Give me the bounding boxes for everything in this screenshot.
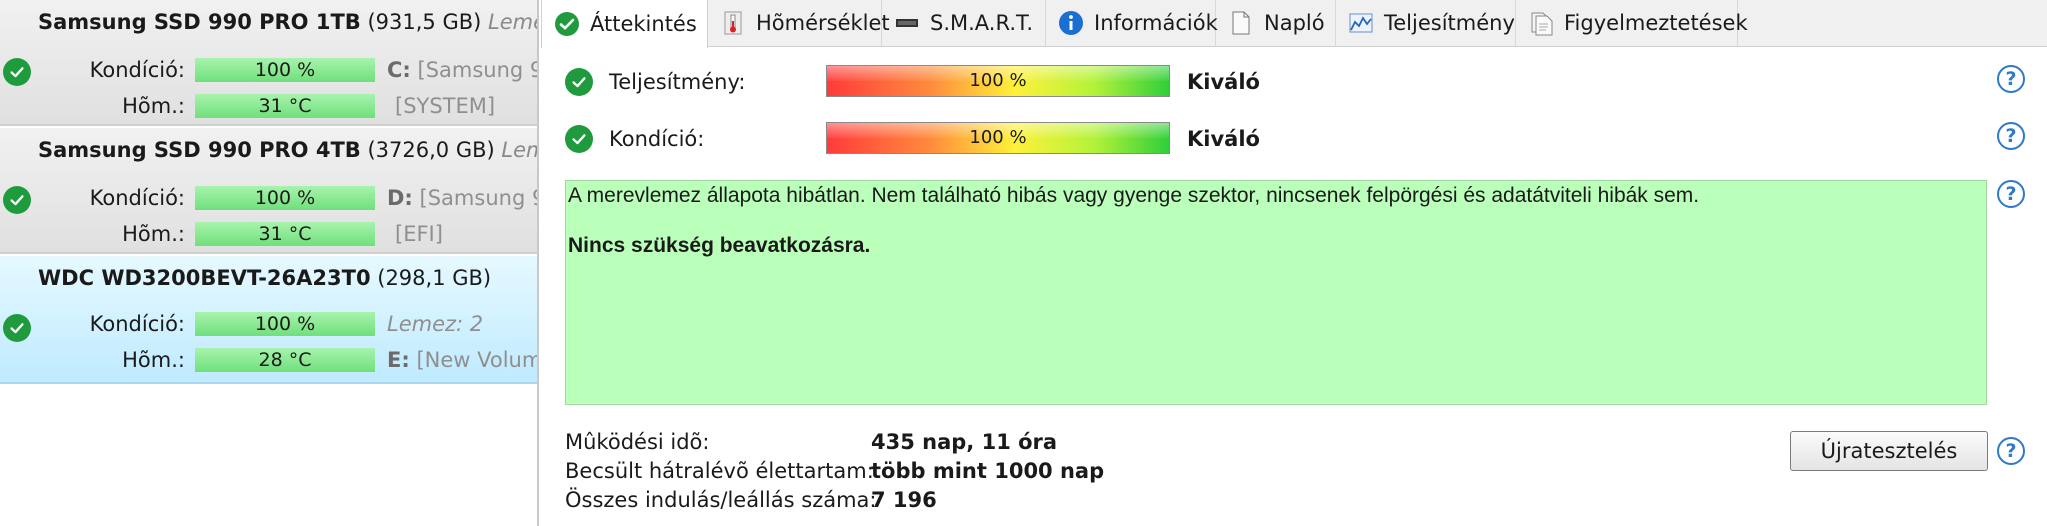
condition-bar: 100 % bbox=[826, 122, 1170, 154]
temperature-label: Hõm.: bbox=[122, 348, 185, 372]
disk-title: Samsung SSD 990 PRO 4TB (3726,0 GB) Leme… bbox=[38, 138, 537, 162]
disk-title: Samsung SSD 990 PRO 1TB (931,5 GB) Lemez… bbox=[38, 10, 537, 34]
check-circle-icon bbox=[565, 68, 593, 96]
panel-divider[interactable] bbox=[537, 0, 539, 526]
tab-smart[interactable]: S.M.A.R.T. bbox=[882, 0, 1046, 46]
condition-bar: 100 % bbox=[195, 312, 375, 336]
tab-label: S.M.A.R.T. bbox=[930, 11, 1034, 35]
volume-name: [New Volume bbox=[416, 348, 537, 372]
disk-name: Samsung SSD 990 PRO 1TB bbox=[38, 10, 361, 34]
check-circle-icon bbox=[565, 125, 593, 153]
condition-label: Kondíció: bbox=[89, 186, 185, 210]
status-message: A merevlemez állapota hibátlan. Nem talá… bbox=[568, 184, 1700, 207]
check-circle-icon bbox=[554, 11, 580, 37]
help-icon[interactable]: ? bbox=[1997, 122, 2025, 150]
disk-size: (298,1 GB) bbox=[377, 266, 492, 290]
disk-item[interactable]: Samsung SSD 990 PRO 4TB (3726,0 GB) Leme… bbox=[0, 128, 537, 254]
status-message-box: A merevlemez állapota hibátlan. Nem talá… bbox=[565, 180, 1987, 405]
condition-label: Kondíció: bbox=[89, 58, 185, 82]
tab-performance[interactable]: Teljesítmény bbox=[1336, 0, 1516, 46]
volume-info: [EFI] bbox=[395, 222, 443, 246]
check-circle-icon bbox=[3, 314, 31, 342]
check-circle-icon bbox=[3, 186, 31, 214]
volume-name: [Samsung 99 bbox=[417, 58, 538, 82]
smart-chip-icon bbox=[894, 10, 920, 36]
temperature-label: Hõm.: bbox=[122, 222, 185, 246]
disk-name: WDC WD3200BEVT-26A23T0 bbox=[38, 266, 371, 290]
tab-label: Figyelmeztetések bbox=[1564, 11, 1748, 35]
retest-button[interactable]: Újratesztelés bbox=[1790, 431, 1988, 471]
disk-item[interactable]: Samsung SSD 990 PRO 1TB (931,5 GB) Lemez… bbox=[0, 0, 537, 126]
tab-label: Hõmérséklet bbox=[756, 11, 890, 35]
volume-name: [Samsung 99 bbox=[419, 186, 537, 210]
disk-title: WDC WD3200BEVT-26A23T0 (298,1 GB) bbox=[38, 266, 491, 290]
performance-bar: 100 % bbox=[826, 65, 1170, 97]
tab-label: Áttekintés bbox=[590, 12, 697, 36]
disk-size: (931,5 GB) bbox=[367, 10, 482, 34]
performance-value: 100 % bbox=[969, 70, 1027, 91]
starts-label: Összes indulás/leállás száma: bbox=[565, 488, 877, 512]
volume-info: E: [New Volume bbox=[387, 348, 537, 372]
condition-rating: Kiváló bbox=[1187, 127, 1260, 151]
document-icon bbox=[1228, 10, 1254, 36]
status-recommendation: Nincs szükség beavatkozásra. bbox=[568, 234, 871, 257]
tab-warnings[interactable]: Figyelmeztetések bbox=[1516, 0, 1748, 46]
lifetime-label: Becsült hátralévõ élettartam: bbox=[565, 459, 874, 483]
tab-log[interactable]: Napló bbox=[1216, 0, 1336, 46]
tab-label: Teljesítmény bbox=[1384, 11, 1515, 35]
disk-list: Samsung SSD 990 PRO 1TB (931,5 GB) Lemez… bbox=[0, 0, 537, 526]
help-icon[interactable]: ? bbox=[1997, 180, 2025, 208]
volume-letter: C: bbox=[387, 58, 411, 82]
uptime-value: 435 nap, 11 óra bbox=[871, 430, 1058, 454]
uptime-label: Mûködési idõ: bbox=[565, 430, 710, 454]
volume-letter: D: bbox=[387, 186, 413, 210]
volume-name: [EFI] bbox=[395, 222, 443, 246]
performance-label: Teljesítmény: bbox=[609, 70, 746, 94]
disk-size: (3726,0 GB) bbox=[367, 138, 495, 162]
thermometer-icon bbox=[720, 10, 746, 36]
disk-item-selected[interactable]: WDC WD3200BEVT-26A23T0 (298,1 GB) Kondíc… bbox=[0, 256, 537, 384]
help-icon[interactable]: ? bbox=[1997, 65, 2025, 93]
condition-label: Kondíció: bbox=[89, 312, 185, 336]
disk-index: Lemez: 0 bbox=[488, 10, 537, 34]
volume-info: C: [Samsung 99 bbox=[387, 58, 537, 82]
condition-bar: 100 % bbox=[195, 58, 375, 82]
starts-value: 7 196 bbox=[871, 488, 937, 512]
tab-label: Információk bbox=[1094, 11, 1218, 35]
volume-letter: E: bbox=[387, 348, 410, 372]
temperature-label: Hõm.: bbox=[122, 94, 185, 118]
temperature-bar: 31 °C bbox=[195, 222, 375, 246]
warnings-document-icon bbox=[1528, 10, 1554, 36]
temperature-bar: 28 °C bbox=[195, 348, 375, 372]
check-circle-icon bbox=[3, 58, 31, 86]
tab-information[interactable]: Információk bbox=[1046, 0, 1218, 46]
condition-bar: 100 % bbox=[195, 186, 375, 210]
disk-name: Samsung SSD 990 PRO 4TB bbox=[38, 138, 361, 162]
tab-bar: Áttekintés Hõmérséklet S.M.A.R.T. Inform… bbox=[541, 0, 2047, 48]
performance-rating: Kiváló bbox=[1187, 70, 1260, 94]
info-icon bbox=[1058, 10, 1084, 36]
lifetime-value: több mint 1000 nap bbox=[871, 459, 1105, 483]
tab-temperature[interactable]: Hõmérséklet bbox=[708, 0, 890, 46]
tab-label: Napló bbox=[1264, 11, 1325, 35]
volume-info: [SYSTEM] bbox=[395, 94, 495, 118]
performance-chart-icon bbox=[1348, 10, 1374, 36]
help-icon[interactable]: ? bbox=[1997, 437, 2025, 465]
tab-overview[interactable]: Áttekintés bbox=[541, 0, 708, 48]
condition-label: Kondíció: bbox=[609, 127, 705, 151]
temperature-bar: 31 °C bbox=[195, 94, 375, 118]
disk-index: Lemez: 2 bbox=[387, 312, 483, 336]
disk-index-label: Lemez: 2 bbox=[387, 312, 484, 336]
volume-name: [SYSTEM] bbox=[395, 94, 496, 118]
condition-value: 100 % bbox=[969, 127, 1027, 148]
disk-index: Lemez: 1 bbox=[501, 138, 537, 162]
volume-info: D: [Samsung 99 bbox=[387, 186, 537, 210]
